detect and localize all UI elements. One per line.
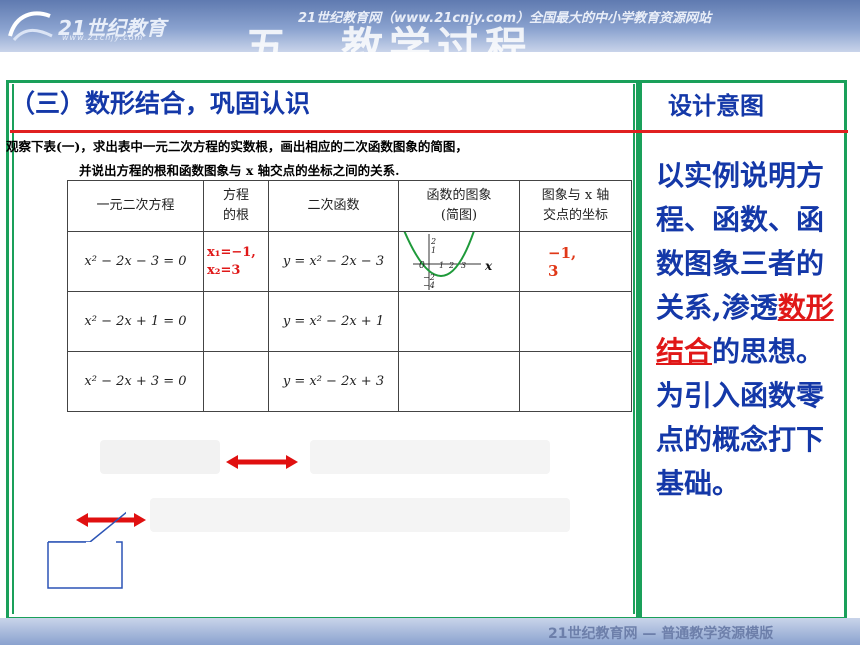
logo-url: www.21cnjy.com xyxy=(62,33,144,42)
header-label: 图象与 x 轴 xyxy=(541,188,610,203)
graph-tick: 3 xyxy=(461,261,466,270)
logo-icon xyxy=(8,11,53,42)
graph-cell xyxy=(398,291,520,352)
table-row: x² − 2x − 3 = 0 x₁=−1, x₂=3 y = x² − 2x … xyxy=(67,231,632,292)
graph-cell: 2 1 0 1 2 3 −2 −4 x y xyxy=(398,231,520,292)
footer-text: 21世纪教育网 — 普通教学资源模版 xyxy=(548,626,774,642)
equation-cell: x² − 2x − 3 = 0 xyxy=(67,231,204,292)
header-cell-function: 二次函数 xyxy=(268,180,399,232)
header-label: 交点的坐标 xyxy=(542,208,608,223)
inner-divider-right xyxy=(633,84,635,614)
callout-bubble[interactable] xyxy=(44,498,126,590)
table-row: x² − 2x + 1 = 0 y = x² − 2x + 1 xyxy=(67,291,632,352)
intersection-value: −1, xyxy=(548,243,577,262)
header-cell-roots: 方程 的根 xyxy=(203,180,269,232)
graph-y-label: y xyxy=(431,232,438,233)
equation-cell: x² − 2x + 3 = 0 xyxy=(67,351,204,412)
table-header-row: 一元二次方程 方程的根 二次函数 函数的图象 (简图) 图象与 x 轴交点的坐标 xyxy=(67,180,632,232)
site-slogan: 21世纪教育网（www.21cnjy.com）全国最大的中小学教育资源网站 xyxy=(298,11,712,26)
header-label: 的根 xyxy=(222,208,249,223)
function-cell: y = x² − 2x + 3 xyxy=(268,351,399,412)
function-cell: y = x² − 2x + 1 xyxy=(268,291,399,352)
header-cell-intersections: 图象与 x 轴交点的坐标 xyxy=(519,180,632,232)
equation-cell: x² − 2x + 1 = 0 xyxy=(67,291,204,352)
intersection-value: 3 xyxy=(548,261,559,280)
ghost-text-block xyxy=(150,498,570,532)
inner-divider-left xyxy=(12,84,14,614)
graph-cell xyxy=(398,351,520,412)
instruction-line-1: 观察下表(一)，求出表中一元二次方程的实数根，画出相应的二次函数图象的简图， xyxy=(6,139,468,154)
header-label: 一元二次方程 xyxy=(96,198,175,213)
graph-tick: 1 xyxy=(439,261,444,270)
graph-x-label: x xyxy=(484,259,493,273)
header-label: 二次函数 xyxy=(307,198,360,213)
equation-table: 一元二次方程 方程 的根 二次函数 函数的图象 (简图) 图象与 x 轴交点的坐标 … xyxy=(67,180,632,412)
graph-tick: 2 xyxy=(448,261,454,270)
double-arrow-icon[interactable] xyxy=(226,452,298,472)
root-value: x₂=3 xyxy=(207,262,241,278)
graph-tick: −4 xyxy=(423,281,435,290)
ghost-text-block xyxy=(100,440,220,474)
roots-cell: x₁=−1, x₂=3 xyxy=(203,231,269,292)
section-title: （三）数形结合，巩固认识 xyxy=(10,89,311,118)
graph-tick: 1 xyxy=(431,246,436,255)
graph-origin: 0 xyxy=(419,261,425,271)
instruction-line-2: 并说出方程的根和函数图象与 x 轴交点的坐标之间的关系. xyxy=(79,163,400,178)
graph-tick: 2 xyxy=(430,237,436,246)
table-row: x² − 2x + 3 = 0 y = x² − 2x + 3 xyxy=(67,351,632,412)
intersections-cell: −1, 3 xyxy=(519,231,632,292)
header-cell-graph: 函数的图象 (简图) xyxy=(398,180,520,232)
roots-cell xyxy=(203,351,269,412)
parabola-graph: 2 1 0 1 2 3 −2 −4 x y xyxy=(403,232,493,290)
side-panel-title: 设计意图 xyxy=(668,91,764,120)
ghost-text-block xyxy=(310,440,550,474)
header-label: 函数的图象 xyxy=(426,188,492,203)
intersections-cell xyxy=(519,291,632,352)
function-cell: y = x² − 2x − 3 xyxy=(268,231,399,292)
intersections-cell xyxy=(519,351,632,412)
root-value: x₁=−1, xyxy=(207,244,256,260)
design-intent-text: 以实例说明方程、函数、函数图象三者的关系,渗透数形结合的思想。为引入函数零点的概… xyxy=(656,154,846,506)
header-label: (简图) xyxy=(440,208,478,223)
header-cell-equation: 一元二次方程 xyxy=(67,180,204,232)
header-label: 方程 xyxy=(222,188,249,203)
roots-cell xyxy=(203,291,269,352)
title-underline xyxy=(10,130,848,133)
